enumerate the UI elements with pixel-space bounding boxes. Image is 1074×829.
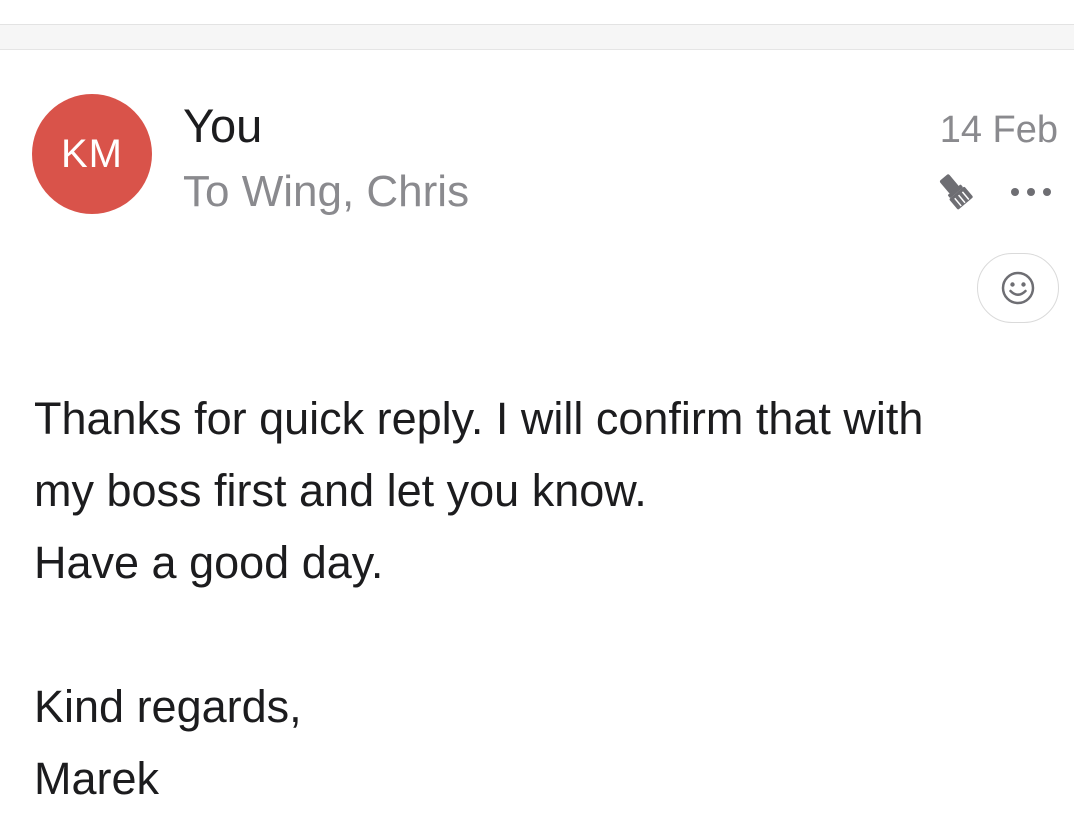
- paintbrush-icon: [940, 174, 973, 210]
- signature-name: Marek: [34, 753, 160, 804]
- avatar[interactable]: KM: [32, 94, 152, 214]
- recipients-line[interactable]: To Wing, Chris: [183, 166, 469, 218]
- more-options-button[interactable]: [1005, 176, 1057, 208]
- body-line: Thanks for quick reply. I will confirm t…: [34, 393, 924, 444]
- ellipsis-icon: [1011, 188, 1051, 196]
- add-reaction-button[interactable]: [977, 253, 1059, 323]
- email-message-view: KM You To Wing, Chris 14 Feb Thanks for …: [0, 0, 1074, 829]
- sender-name[interactable]: You: [183, 98, 262, 154]
- highlight-button[interactable]: [930, 166, 982, 218]
- avatar-initials: KM: [61, 131, 123, 176]
- signoff-line: Kind regards,: [34, 681, 302, 732]
- message-body: Thanks for quick reply. I will confirm t…: [34, 383, 1044, 815]
- top-strip: [0, 0, 1074, 25]
- body-line: my boss first and let you know.: [34, 465, 647, 516]
- smiley-face-icon: [1001, 271, 1035, 305]
- body-line: Have a good day.: [34, 537, 384, 588]
- header-separator-band: [0, 25, 1074, 50]
- message-date: 14 Feb: [939, 109, 1058, 151]
